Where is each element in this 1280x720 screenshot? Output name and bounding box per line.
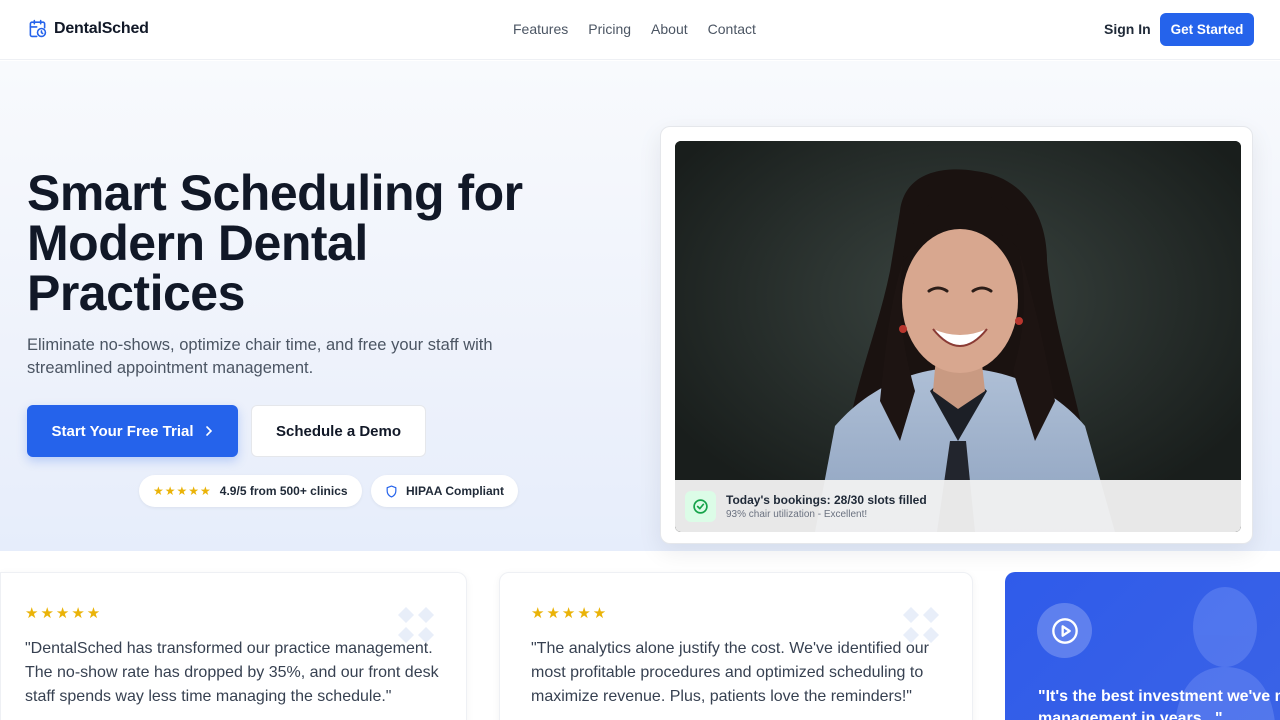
rating-text: 4.9/5 from 500+ clinics bbox=[219, 484, 348, 498]
nav-links: Features Pricing About Contact bbox=[513, 21, 756, 37]
shield-icon bbox=[386, 484, 397, 498]
start-free-trial-label: Start Your Free Trial bbox=[51, 422, 194, 440]
get-started-button[interactable]: Get Started bbox=[1160, 13, 1254, 46]
testimonial-card: ★★★★★ "The analytics alone justify the c… bbox=[499, 572, 973, 720]
nav-link-about[interactable]: About bbox=[651, 21, 688, 37]
video-quote-line: management in years..." bbox=[1038, 710, 1223, 720]
testimonial-stars-icon: ★★★★★ bbox=[531, 605, 609, 622]
check-circle-icon bbox=[685, 490, 716, 522]
brand-name: DentalSched bbox=[54, 19, 149, 37]
hero-title-line: Practices bbox=[27, 265, 245, 321]
booking-subtitle: 93% chair utilization - Excellent! bbox=[726, 508, 868, 520]
hero-title-line: Smart Scheduling for bbox=[27, 165, 523, 221]
start-free-trial-button[interactable]: Start Your Free Trial bbox=[27, 405, 238, 457]
hero-title-line: Modern Dental bbox=[27, 215, 368, 271]
testimonial-stars-icon: ★★★★★ bbox=[25, 605, 103, 622]
hero-section: Smart Scheduling for Modern Dental Pract… bbox=[0, 61, 1280, 551]
nav-link-pricing[interactable]: Pricing bbox=[588, 21, 631, 37]
top-nav: DentalSched Features Pricing About Conta… bbox=[0, 0, 1280, 60]
sign-in-link[interactable]: Sign In bbox=[1104, 21, 1151, 37]
play-icon bbox=[1051, 617, 1078, 644]
video-quote: "It's the best investment we've ma manag… bbox=[1038, 686, 1280, 720]
rating-stars-icon: ★★★★★ bbox=[153, 484, 212, 498]
hipaa-badge: HIPAA Compliant bbox=[371, 475, 518, 507]
smiling-woman-photo: Today's bookings: 28/30 slots filled 93%… bbox=[675, 141, 1241, 532]
hero-image-card: Today's bookings: 28/30 slots filled 93%… bbox=[660, 126, 1253, 544]
rating-badge: ★★★★★ 4.9/5 from 500+ clinics bbox=[139, 475, 362, 507]
booking-title: Today's bookings: 28/30 slots filled bbox=[726, 492, 927, 507]
testimonial-quote: "The analytics alone justify the cost. W… bbox=[531, 640, 929, 705]
testimonial-quote: "DentalSched has transformed our practic… bbox=[25, 640, 439, 705]
hero-title: Smart Scheduling for Modern Dental Pract… bbox=[27, 168, 587, 318]
hero-subtitle: Eliminate no-shows, optimize chair time,… bbox=[27, 336, 493, 377]
video-quote-line: "It's the best investment we've ma bbox=[1038, 688, 1280, 705]
schedule-demo-button[interactable]: Schedule a Demo bbox=[251, 405, 426, 457]
nav-link-contact[interactable]: Contact bbox=[708, 21, 756, 37]
brand-logo[interactable]: DentalSched bbox=[28, 19, 149, 38]
nav-link-features[interactable]: Features bbox=[513, 21, 568, 37]
video-testimonial-card[interactable]: "It's the best investment we've ma manag… bbox=[1005, 572, 1280, 720]
booking-status-banner: Today's bookings: 28/30 slots filled 93%… bbox=[675, 480, 1241, 532]
hipaa-text: HIPAA Compliant bbox=[406, 484, 504, 498]
calendar-clock-icon bbox=[29, 19, 47, 38]
play-button[interactable] bbox=[1037, 603, 1092, 658]
chevron-right-icon bbox=[205, 426, 212, 436]
portrait-illustration bbox=[675, 141, 1241, 532]
testimonial-card: ★★★★★ "DentalSched has transformed our p… bbox=[0, 572, 467, 720]
